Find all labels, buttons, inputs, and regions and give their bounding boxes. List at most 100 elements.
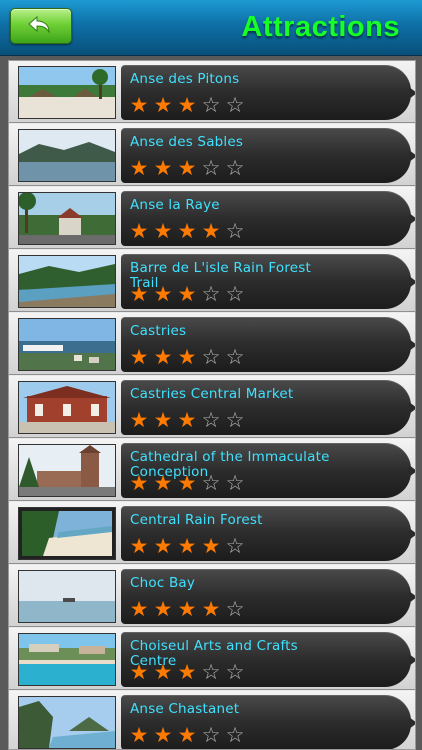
star-rating: ★ ★ ★ ☆ ☆ (127, 94, 247, 116)
star-empty-icon: ☆ (225, 408, 245, 432)
list-item[interactable]: Anse des Pitons ★ ★ ★ ☆ ☆ (9, 61, 415, 123)
star-empty-icon: ☆ (225, 660, 245, 684)
star-filled-icon: ★ (153, 660, 173, 684)
star-filled-icon: ★ (153, 723, 173, 747)
star-filled-icon: ★ (153, 471, 173, 495)
star-empty-icon: ☆ (201, 282, 221, 306)
back-button[interactable] (10, 8, 72, 44)
item-name: Central Rain Forest (130, 512, 263, 528)
star-filled-icon: ★ (201, 219, 221, 243)
star-rating: ★ ★ ★ ★ ☆ (127, 535, 247, 557)
star-empty-icon: ☆ (225, 534, 245, 558)
star-filled-icon: ★ (177, 282, 197, 306)
list-item[interactable]: Anse des Sables ★ ★ ★ ☆ ☆ (9, 124, 415, 186)
thumbnail-image (18, 192, 116, 245)
star-filled-icon: ★ (129, 156, 149, 180)
item-info-panel[interactable]: Central Rain Forest ★ ★ ★ ★ ☆ (121, 506, 415, 561)
list-item[interactable]: Anse la Raye ★ ★ ★ ★ ☆ (9, 187, 415, 249)
star-rating: ★ ★ ★ ☆ ☆ (127, 724, 247, 746)
item-name: Castries Central Market (130, 386, 294, 402)
star-filled-icon: ★ (177, 219, 197, 243)
thumbnail-image (18, 255, 116, 308)
item-info-panel[interactable]: Choc Bay ★ ★ ★ ★ ☆ (121, 569, 415, 624)
star-rating: ★ ★ ★ ★ ☆ (127, 220, 247, 242)
star-rating: ★ ★ ★ ☆ ☆ (127, 661, 247, 683)
list-item[interactable]: Castries ★ ★ ★ ☆ ☆ (9, 313, 415, 375)
star-filled-icon: ★ (129, 93, 149, 117)
star-filled-icon: ★ (201, 534, 221, 558)
star-empty-icon: ☆ (201, 156, 221, 180)
star-empty-icon: ☆ (225, 93, 245, 117)
disclosure-arrow-icon (409, 654, 415, 666)
item-info-panel[interactable]: Barre de L'isle Rain Forest Trail ★ ★ ★ ☆ ☆ (121, 254, 415, 309)
thumbnail-image (18, 66, 116, 119)
thumbnail-image (18, 570, 116, 623)
thumbnail-image (18, 129, 116, 182)
list-item[interactable]: Choiseul Arts and Crafts Centre ★ ★ ★ ☆ ☆ (9, 628, 415, 690)
star-empty-icon: ☆ (225, 282, 245, 306)
item-info-panel[interactable]: Castries ★ ★ ★ ☆ ☆ (121, 317, 415, 372)
item-name: Castries (130, 323, 187, 339)
star-empty-icon: ☆ (225, 597, 245, 621)
item-info-panel[interactable]: Cathedral of the Immaculate Conception ★ ★… (121, 443, 415, 498)
star-rating: ★ ★ ★ ☆ ☆ (127, 283, 247, 305)
list-item[interactable]: Choc Bay ★ ★ ★ ★ ☆ (9, 565, 415, 627)
star-empty-icon: ☆ (201, 723, 221, 747)
disclosure-arrow-icon (409, 402, 415, 414)
list-item[interactable]: Central Rain Forest ★ ★ ★ ★ ☆ (9, 502, 415, 564)
star-filled-icon: ★ (129, 408, 149, 432)
item-name: Anse des Sables (130, 134, 244, 150)
disclosure-arrow-icon (409, 213, 415, 225)
disclosure-arrow-icon (409, 528, 415, 540)
item-info-panel[interactable]: Anse des Pitons ★ ★ ★ ☆ ☆ (121, 65, 415, 120)
item-name: Anse Chastanet (130, 701, 240, 717)
star-empty-icon: ☆ (201, 408, 221, 432)
star-filled-icon: ★ (177, 534, 197, 558)
star-filled-icon: ★ (129, 597, 149, 621)
star-filled-icon: ★ (177, 471, 197, 495)
star-empty-icon: ☆ (201, 93, 221, 117)
attractions-list[interactable]: Anse des Pitons ★ ★ ★ ☆ ☆ Anse des Sables ★ ★ ★ ☆ ☆… (8, 60, 416, 750)
star-filled-icon: ★ (153, 408, 173, 432)
disclosure-arrow-icon (409, 339, 415, 351)
item-name: Choc Bay (130, 575, 196, 591)
page-title: Attractions (241, 11, 400, 43)
thumbnail-image (18, 444, 116, 497)
item-info-panel[interactable]: Anse des Sables ★ ★ ★ ☆ ☆ (121, 128, 415, 183)
star-filled-icon: ★ (153, 219, 173, 243)
star-filled-icon: ★ (177, 345, 197, 369)
star-filled-icon: ★ (129, 345, 149, 369)
item-info-panel[interactable]: Anse Chastanet ★ ★ ★ ☆ ☆ (121, 695, 415, 749)
star-empty-icon: ☆ (225, 345, 245, 369)
star-empty-icon: ☆ (201, 345, 221, 369)
item-info-panel[interactable]: Choiseul Arts and Crafts Centre ★ ★ ★ ☆ ☆ (121, 632, 415, 687)
star-empty-icon: ☆ (225, 156, 245, 180)
disclosure-arrow-icon (409, 465, 415, 477)
star-empty-icon: ☆ (201, 471, 221, 495)
item-info-panel[interactable]: Anse la Raye ★ ★ ★ ★ ☆ (121, 191, 415, 246)
item-info-panel[interactable]: Castries Central Market ★ ★ ★ ☆ ☆ (121, 380, 415, 435)
star-filled-icon: ★ (153, 597, 173, 621)
star-filled-icon: ★ (201, 597, 221, 621)
thumbnail-image (18, 381, 116, 434)
star-filled-icon: ★ (177, 408, 197, 432)
thumbnail-image (18, 696, 116, 749)
star-filled-icon: ★ (153, 345, 173, 369)
list-item[interactable]: Barre de L'isle Rain Forest Trail ★ ★ ★ ☆ ☆ (9, 250, 415, 312)
star-filled-icon: ★ (129, 534, 149, 558)
star-rating: ★ ★ ★ ☆ ☆ (127, 409, 247, 431)
star-filled-icon: ★ (153, 156, 173, 180)
star-filled-icon: ★ (153, 282, 173, 306)
disclosure-arrow-icon (409, 591, 415, 603)
thumbnail-image (18, 318, 116, 371)
list-item[interactable]: Cathedral of the Immaculate Conception ★ ★… (9, 439, 415, 501)
item-name: Anse des Pitons (130, 71, 240, 87)
star-empty-icon: ☆ (201, 660, 221, 684)
disclosure-arrow-icon (409, 87, 415, 99)
item-name: Anse la Raye (130, 197, 220, 213)
list-item[interactable]: Anse Chastanet ★ ★ ★ ☆ ☆ (9, 691, 415, 749)
star-rating: ★ ★ ★ ★ ☆ (127, 598, 247, 620)
list-item[interactable]: Castries Central Market ★ ★ ★ ☆ ☆ (9, 376, 415, 438)
star-rating: ★ ★ ★ ☆ ☆ (127, 157, 247, 179)
star-filled-icon: ★ (129, 282, 149, 306)
